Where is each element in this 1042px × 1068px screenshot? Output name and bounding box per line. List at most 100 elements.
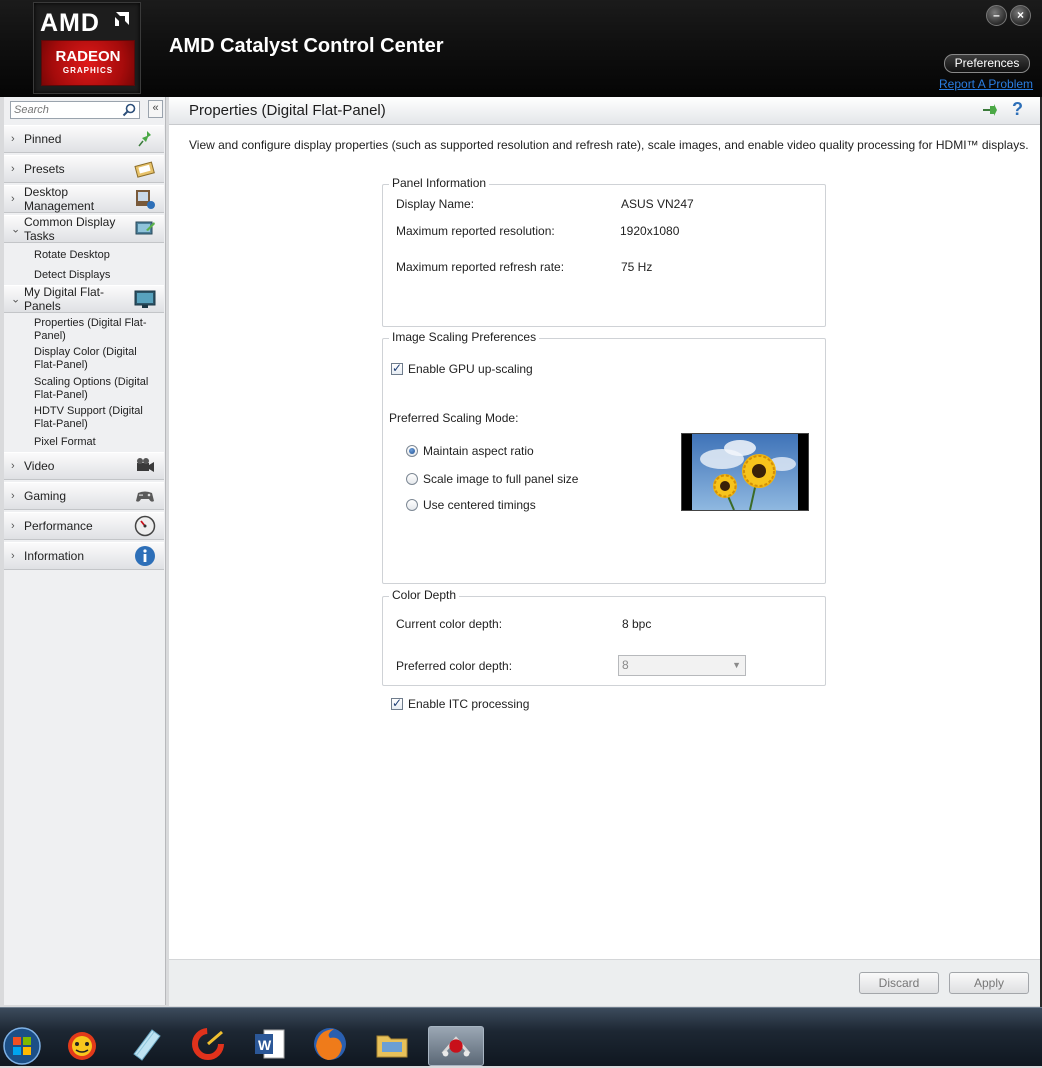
sidebar-section-common-display-tasks[interactable]: ⌄ Common Display Tasks (4, 215, 164, 243)
pin-page-icon[interactable] (982, 102, 1000, 118)
sidebar-section-my-digital-flat-panels[interactable]: ⌄ My Digital Flat-Panels (4, 285, 164, 313)
sidebar-section-performance[interactable]: › Performance (4, 512, 164, 540)
display-name-value: ASUS VN247 (621, 197, 694, 211)
itc-processing-checkbox[interactable]: ✓ (391, 696, 403, 710)
notepad-app-icon[interactable] (126, 1024, 166, 1064)
apply-button[interactable]: Apply (949, 972, 1029, 994)
radio-scale-full-panel-label[interactable]: Scale image to full panel size (423, 472, 578, 486)
sidebar-item-pixel-format[interactable]: Pixel Format (34, 436, 158, 449)
radio-maintain-aspect-label[interactable]: Maintain aspect ratio (423, 444, 534, 458)
sidebar-section-desktop-management[interactable]: › Desktop Management (4, 185, 164, 213)
chevron-right-icon: › (11, 163, 15, 175)
presets-icon (134, 161, 155, 178)
display-name-label: Display Name: (396, 197, 475, 211)
sidebar: « › Pinned › Presets › Desktop Managemen… (4, 97, 166, 1005)
video-camera-icon (137, 458, 154, 472)
group-title: Panel Information (389, 176, 490, 190)
gamepad-icon (136, 491, 154, 502)
preferred-color-depth-select[interactable]: 8 ▼ (618, 655, 746, 676)
page-header: Properties (Digital Flat-Panel) ? (169, 97, 1040, 125)
sidebar-section-label: Video (24, 459, 55, 473)
search-box (10, 101, 140, 119)
sidebar-section-label: My Digital Flat-Panels (24, 285, 105, 313)
panel-information-group: Panel Information Display Name: ASUS VN2… (382, 176, 826, 327)
chevron-right-icon: › (11, 520, 15, 532)
sidebar-item-display-color[interactable]: Display Color (Digital Flat-Panel) (34, 346, 158, 372)
radio-centered-timings[interactable] (406, 499, 418, 511)
sidebar-item-hdtv-support[interactable]: HDTV Support (Digital Flat-Panel) (34, 405, 158, 431)
radio-scale-full-panel[interactable] (406, 473, 418, 485)
firefox-app-icon[interactable] (310, 1024, 350, 1064)
sunflower-preview-image (692, 434, 798, 511)
catalyst-app-button[interactable] (428, 1026, 484, 1066)
pin-icon (138, 131, 151, 147)
itc-processing-label[interactable]: Enable ITC processing (408, 697, 529, 711)
sidebar-section-presets[interactable]: › Presets (4, 155, 164, 183)
word-app-icon[interactable]: W (250, 1024, 290, 1064)
scaling-preview-image (681, 433, 809, 511)
app-title: AMD Catalyst Control Center (169, 35, 444, 57)
collapse-sidebar-button[interactable]: « (148, 100, 163, 118)
catalyst-app-icon (441, 1036, 471, 1057)
sidebar-section-video[interactable]: › Video (4, 452, 164, 480)
sidebar-section-information[interactable]: › Information (4, 542, 164, 570)
radio-centered-timings-label[interactable]: Use centered timings (423, 498, 536, 512)
taskbar: W (0, 1007, 1042, 1066)
max-refresh-label: Maximum reported refresh rate: (396, 260, 565, 274)
scaling-mode-label: Preferred Scaling Mode: (389, 411, 519, 425)
max-refresh-value: 75 Hz (621, 260, 653, 274)
gpu-upscaling-label[interactable]: Enable GPU up-scaling (408, 362, 533, 376)
sidebar-section-label: Pinned (24, 132, 62, 146)
search-icon[interactable] (122, 103, 136, 117)
gpu-upscaling-checkbox[interactable]: ✓ (391, 361, 403, 375)
sidebar-section-label: Desktop Management (24, 185, 95, 213)
start-orb-icon[interactable] (2, 1026, 42, 1066)
close-button[interactable]: × (1010, 5, 1031, 26)
desktop-management-icon (136, 190, 155, 209)
amd-radeon-logo: AMD RADEON GRAPHICS (33, 2, 141, 94)
chevron-right-icon: › (11, 193, 15, 205)
chevron-right-icon: › (11, 550, 15, 562)
chevron-right-icon: › (11, 490, 15, 502)
sidebar-section-label: Performance (24, 519, 93, 533)
color-depth-group: Color Depth Current color depth: 8 bpc P… (382, 588, 826, 686)
chevron-down-icon: ⌄ (11, 223, 21, 236)
graphics-wordmark: GRAPHICS (62, 66, 114, 75)
radio-maintain-aspect[interactable] (406, 445, 418, 457)
preferences-button[interactable]: Preferences (944, 54, 1030, 73)
sidebar-item-properties[interactable]: Properties (Digital Flat-Panel) (34, 317, 158, 343)
sidebar-section-label: Gaming (24, 489, 67, 503)
chevron-down-icon: ▼ (732, 660, 741, 670)
gauge-icon (134, 515, 156, 537)
sidebar-item-scaling-options[interactable]: Scaling Options (Digital Flat-Panel) (34, 376, 158, 402)
file-explorer-app-icon[interactable] (372, 1024, 412, 1064)
amd-wordmark: AMD (40, 9, 100, 37)
sidebar-item-rotate-desktop[interactable]: Rotate Desktop (34, 249, 158, 262)
info-icon (135, 546, 155, 566)
chevron-right-icon: › (11, 133, 15, 145)
sidebar-section-pinned[interactable]: › Pinned (4, 125, 164, 153)
group-title: Color Depth (389, 588, 460, 602)
ccleaner-app-icon[interactable] (188, 1024, 228, 1064)
discard-button[interactable]: Discard (859, 972, 939, 994)
max-resolution-value: 1920x1080 (620, 224, 680, 238)
help-icon[interactable]: ? (1012, 99, 1023, 120)
minimize-button[interactable]: – (986, 5, 1007, 26)
search-input[interactable] (11, 102, 122, 118)
radeon-wordmark: RADEON (55, 48, 121, 65)
sidebar-section-gaming[interactable]: › Gaming (4, 482, 164, 510)
amd-arrow-icon (115, 12, 129, 26)
sidebar-section-label: Common Display Tasks (24, 215, 116, 243)
group-title: Image Scaling Preferences (389, 330, 540, 344)
chevron-right-icon: › (11, 460, 15, 472)
checkmark-icon: ✓ (392, 696, 403, 710)
checkmark-icon: ✓ (392, 361, 403, 375)
report-problem-link[interactable]: Report A Problem (939, 77, 1033, 91)
sidebar-item-detect-displays[interactable]: Detect Displays (34, 269, 158, 282)
paw-app-icon[interactable] (62, 1024, 102, 1064)
action-footer: Discard Apply (169, 959, 1040, 1006)
flat-panel-icon (134, 290, 156, 308)
radeon-badge: RADEON GRAPHICS (41, 40, 135, 86)
display-tasks-icon (135, 221, 155, 235)
current-color-depth-label: Current color depth: (396, 617, 503, 631)
